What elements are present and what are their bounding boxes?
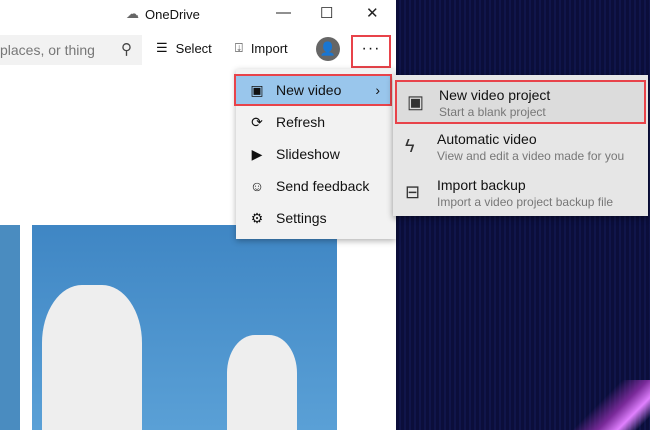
submenu-item-import-backup[interactable]: ⊟ Import backup Import a video project bac… bbox=[395, 172, 646, 216]
select-label: Select bbox=[175, 40, 212, 56]
cloud-icon: ☁ bbox=[126, 6, 139, 21]
submenu-item-new-video-project[interactable]: ▣ New video project Start a blank project bbox=[395, 80, 646, 124]
gear-icon: ⚙ bbox=[250, 209, 264, 226]
description: View and edit a video made for you bbox=[437, 149, 625, 163]
select-icon: ☰ bbox=[156, 40, 168, 55]
title: Import backup bbox=[437, 177, 526, 193]
window-title: OneDrive bbox=[145, 6, 200, 22]
title: Automatic video bbox=[437, 131, 537, 147]
label: Send feedback bbox=[276, 178, 370, 194]
menu-item-refresh[interactable]: ⟳ Refresh bbox=[236, 106, 396, 138]
more-options-button[interactable]: ··· bbox=[351, 35, 391, 68]
label: Slideshow bbox=[276, 146, 340, 162]
feedback-icon: ☺ bbox=[249, 178, 265, 194]
slideshow-icon: ▶ bbox=[251, 145, 263, 162]
photo-thumbnail[interactable] bbox=[32, 225, 337, 430]
select-button[interactable]: ☰ Select bbox=[156, 40, 212, 56]
maximize-button[interactable]: ☐ bbox=[320, 4, 333, 22]
avatar[interactable]: 👤 bbox=[316, 37, 340, 61]
person bbox=[42, 285, 142, 430]
menu-item-slideshow[interactable]: ▶ Slideshow bbox=[236, 138, 396, 170]
video-project-icon: ▣ bbox=[407, 92, 425, 112]
search-icon[interactable]: ⚲ bbox=[121, 40, 132, 58]
submenu-item-automatic-video[interactable]: ϟ Automatic video View and edit a video ma… bbox=[395, 126, 646, 170]
import-button[interactable]: ⍗ Import bbox=[235, 40, 288, 56]
import-icon: ⍗ bbox=[235, 40, 243, 55]
search-placeholder: places, or thing bbox=[0, 42, 95, 58]
title: New video project bbox=[439, 87, 551, 103]
label: New video bbox=[276, 82, 342, 98]
label: Settings bbox=[276, 210, 327, 226]
chevron-right-icon: › bbox=[375, 82, 380, 98]
new-video-submenu: ▣ New video project Start a blank project … bbox=[393, 75, 648, 216]
video-icon: ▣ bbox=[250, 81, 264, 98]
close-button[interactable]: ✕ bbox=[366, 4, 379, 22]
description: Import a video project backup file bbox=[437, 195, 614, 209]
description: Start a blank project bbox=[439, 105, 546, 119]
minimize-button[interactable]: — bbox=[276, 4, 291, 21]
import-label: Import bbox=[250, 40, 288, 56]
menu-item-settings[interactable]: ⚙ Settings bbox=[236, 202, 396, 234]
decoration bbox=[570, 380, 650, 430]
more-options-menu: ▣ New video › ⟳ Refresh ▶ Slideshow ☺ Send fe… bbox=[234, 69, 396, 239]
archive-icon: ⊟ bbox=[405, 182, 421, 202]
menu-item-send-feedback[interactable]: ☺ Send feedback bbox=[236, 170, 396, 202]
person bbox=[227, 335, 297, 430]
title-bar: ☁ OneDrive — ☐ ✕ bbox=[0, 0, 396, 28]
menu-item-new-video[interactable]: ▣ New video › bbox=[234, 74, 392, 106]
photo-thumbnail[interactable] bbox=[0, 225, 20, 430]
refresh-icon: ⟳ bbox=[251, 113, 263, 130]
search-input[interactable]: places, or thing ⚲ bbox=[0, 35, 142, 65]
automatic-video-icon: ϟ bbox=[405, 136, 415, 156]
label: Refresh bbox=[276, 114, 326, 130]
